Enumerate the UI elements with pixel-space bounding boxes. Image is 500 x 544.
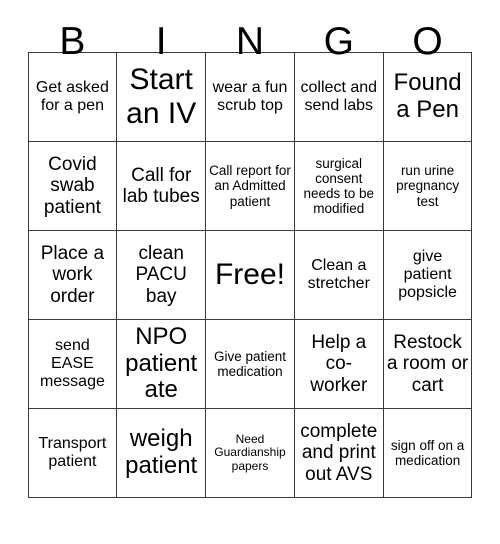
bingo-cell[interactable]: sign off on a medication xyxy=(382,408,473,498)
bingo-cell[interactable]: surgical consent needs to be modified xyxy=(293,141,384,231)
bingo-cell[interactable]: Help a co-worker xyxy=(293,319,384,409)
bingo-grid: Get asked for a pen Start an IV wear a f… xyxy=(27,52,473,498)
header-letter-g: G xyxy=(323,20,354,63)
bingo-cell[interactable]: Call report for an Admitted patient xyxy=(205,141,295,231)
bingo-cell[interactable]: clean PACU bay xyxy=(116,230,207,320)
bingo-cell[interactable]: NPO patient ate xyxy=(116,319,207,409)
bingo-cell-free[interactable]: Free! xyxy=(205,230,295,320)
header-letter-n: N xyxy=(235,20,265,63)
header-letter-i: I xyxy=(155,20,167,63)
bingo-card: B I N G O Get asked for a pen Start an I… xyxy=(0,0,500,544)
bingo-cell[interactable]: collect and send labs xyxy=(293,52,384,142)
bingo-cell[interactable]: Restock a room or cart xyxy=(382,319,473,409)
bingo-cell[interactable]: Get asked for a pen xyxy=(27,52,118,142)
bingo-cell[interactable]: send EASE message xyxy=(27,319,118,409)
bingo-cell[interactable]: Place a work order xyxy=(27,230,118,320)
header-letter-o: O xyxy=(412,20,443,63)
bingo-cell[interactable]: Found a Pen xyxy=(382,52,473,142)
bingo-cell[interactable]: Clean a stretcher xyxy=(293,230,384,320)
bingo-cell[interactable]: give patient popsicle xyxy=(382,230,473,320)
bingo-cell[interactable]: Call for lab tubes xyxy=(116,141,207,231)
bingo-cell[interactable]: Give patient medication xyxy=(205,319,295,409)
bingo-cell[interactable]: wear a fun scrub top xyxy=(205,52,295,142)
bingo-row: Get asked for a pen Start an IV wear a f… xyxy=(27,52,473,142)
bingo-cell[interactable]: complete and print out AVS xyxy=(293,408,384,498)
bingo-row: Transport patient weigh patient Need Gua… xyxy=(27,408,473,498)
bingo-cell[interactable]: weigh patient xyxy=(116,408,207,498)
bingo-cell[interactable]: Need Guardianship papers xyxy=(205,408,295,498)
bingo-row: send EASE message NPO patient ate Give p… xyxy=(27,319,473,409)
bingo-cell[interactable]: Start an IV xyxy=(116,52,207,142)
bingo-row: Place a work order clean PACU bay Free! … xyxy=(27,230,473,320)
bingo-header: B I N G O xyxy=(28,0,472,63)
bingo-cell[interactable]: Covid swab patient xyxy=(27,141,118,231)
header-letter-b: B xyxy=(59,20,86,63)
bingo-cell[interactable]: Transport patient xyxy=(27,408,118,498)
bingo-cell[interactable]: run urine pregnancy test xyxy=(382,141,473,231)
bingo-row: Covid swab patient Call for lab tubes Ca… xyxy=(27,141,473,231)
